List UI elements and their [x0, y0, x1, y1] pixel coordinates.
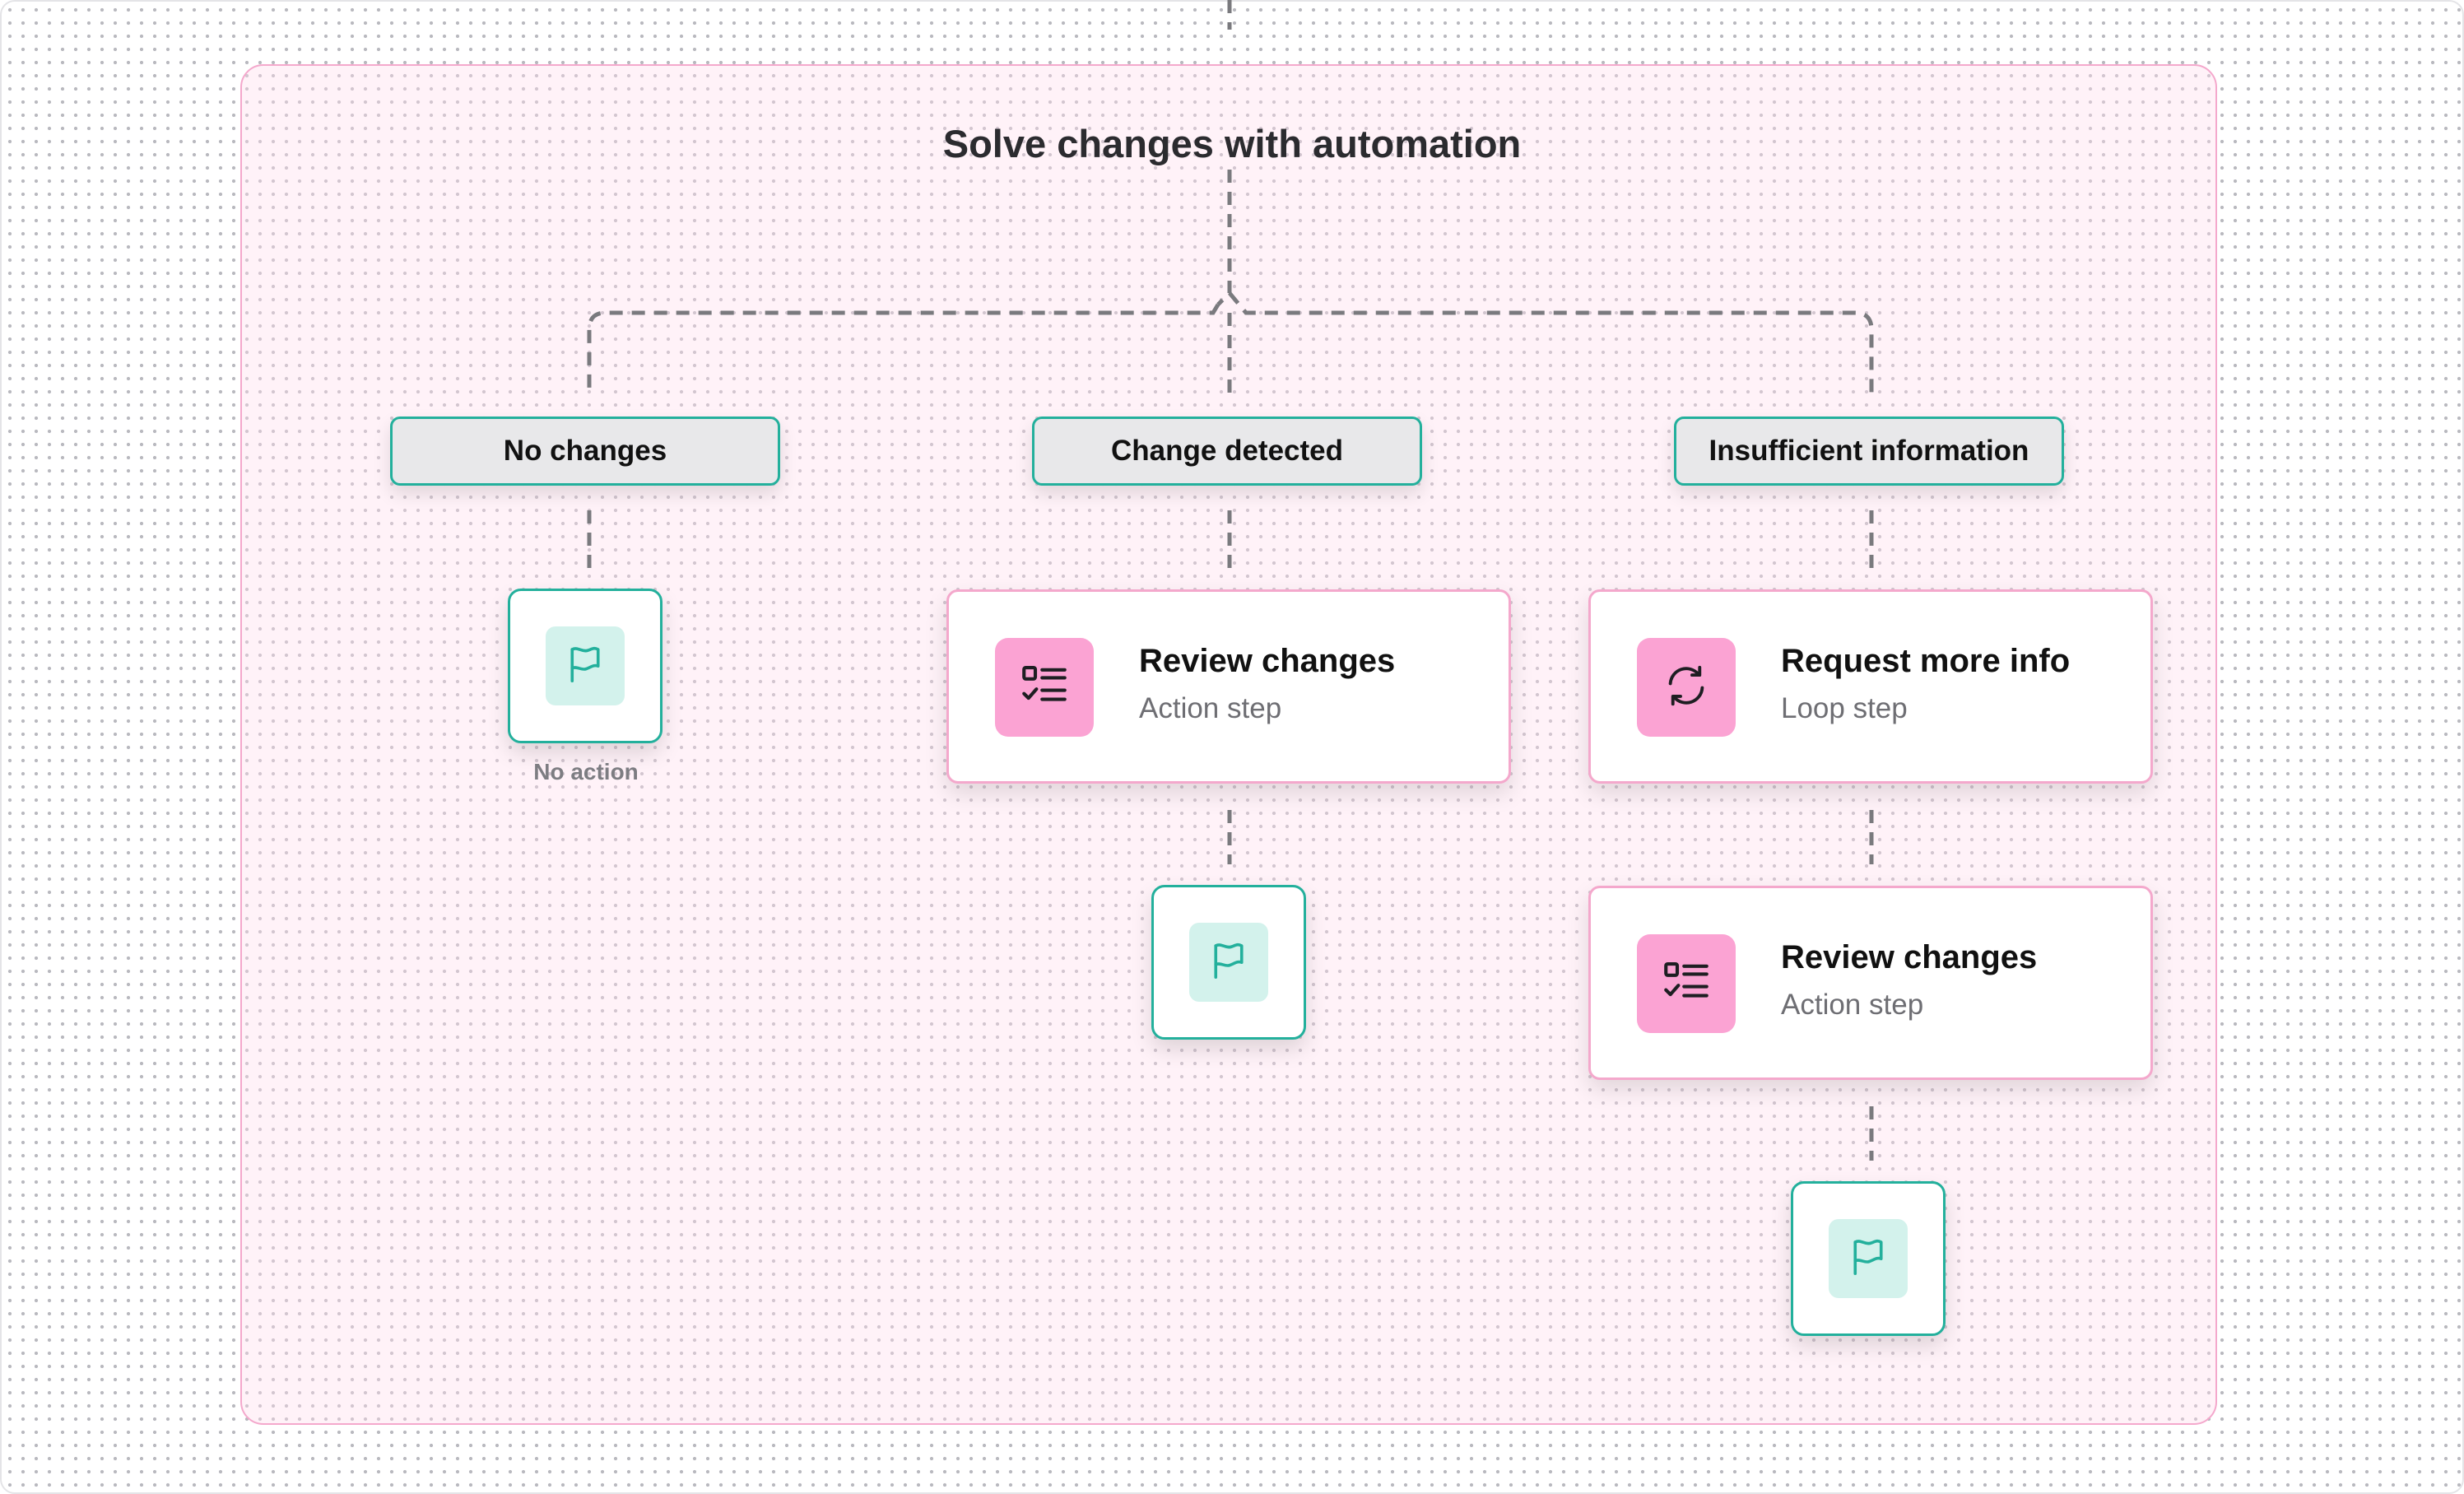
step-icon-tile — [1637, 638, 1736, 737]
flag-tile — [1829, 1219, 1908, 1298]
checklist-icon — [1017, 659, 1072, 717]
step-request-more-info[interactable]: Request more info Loop step — [1588, 589, 2153, 784]
flag-tile — [1189, 923, 1268, 1002]
end-node-no-changes[interactable] — [508, 589, 662, 743]
branch-label: No changes — [503, 435, 667, 467]
step-type: Action step — [1139, 692, 1282, 724]
refresh-icon — [1661, 660, 1712, 715]
diagram-title: Solve changes with automation — [942, 122, 1522, 165]
connector-split-right — [1228, 291, 1874, 393]
connector-title-to-split — [1216, 170, 1232, 306]
end-node-insufficient-information[interactable] — [1791, 1181, 1946, 1336]
branch-no-changes[interactable]: No changes — [390, 417, 780, 486]
step-title: Review changes — [1781, 939, 2038, 975]
step-type: Loop step — [1781, 692, 1908, 724]
flag-icon — [1206, 938, 1251, 987]
no-action-caption: No action — [533, 759, 639, 784]
step-review-changes-2[interactable]: Review changes Action step — [1588, 886, 2153, 1080]
flag-icon — [563, 642, 607, 691]
branch-insufficient-information[interactable]: Insufficient information — [1674, 417, 2064, 486]
step-icon-tile — [995, 638, 1094, 737]
flag-tile — [546, 626, 625, 705]
step-icon-tile — [1637, 934, 1736, 1033]
end-node-change-detected[interactable] — [1151, 885, 1306, 1040]
step-title: Request more info — [1781, 643, 2071, 679]
step-type: Action step — [1781, 989, 1924, 1021]
connector-split-left — [587, 303, 1220, 393]
step-title: Review changes — [1139, 643, 1396, 679]
branch-label: Change detected — [1111, 435, 1343, 467]
step-review-changes[interactable]: Review changes Action step — [946, 589, 1511, 784]
branch-change-detected[interactable]: Change detected — [1032, 417, 1422, 486]
checklist-icon — [1659, 955, 1713, 1013]
flag-icon — [1846, 1235, 1890, 1283]
branch-label: Insufficient information — [1709, 435, 2029, 467]
